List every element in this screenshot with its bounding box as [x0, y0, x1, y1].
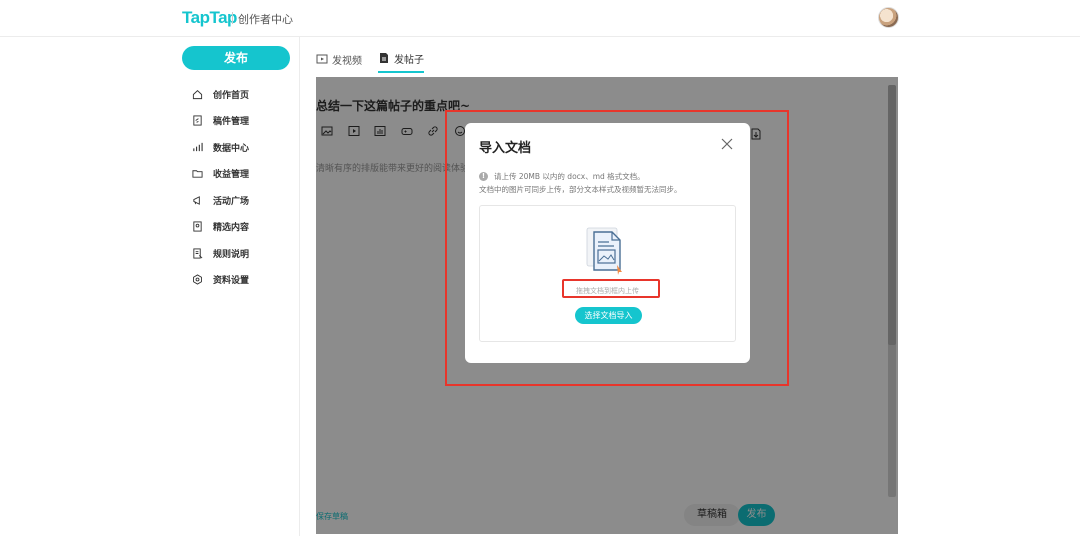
sidebar-item-label: 精选内容 [213, 223, 250, 234]
rules-icon [193, 248, 203, 259]
document-edit-icon [193, 115, 202, 126]
sidebar-item-home[interactable]: 创作首页 [192, 81, 249, 108]
bar-chart-icon [193, 142, 203, 151]
post-icon [380, 53, 388, 63]
settings-icon [193, 274, 202, 285]
tab-label: 发视频 [332, 55, 362, 67]
sidebar-item-label: 资料设置 [213, 276, 250, 287]
sidebar-item-settings[interactable]: 资料设置 [192, 267, 249, 294]
video-icon [316, 54, 328, 64]
home-icon [192, 89, 203, 99]
annotation-box-modal [445, 110, 789, 386]
sidebar: 发布 创作首页 稿件管理 数据中心 收益管理 活动广场 精选内容 规则说明 资料… [0, 37, 300, 536]
sidebar-item-label: 规则说明 [213, 249, 250, 260]
tab-video[interactable]: 发视频 [316, 45, 362, 73]
publish-button[interactable]: 发布 [182, 46, 290, 70]
sidebar-item-label: 活动广场 [213, 196, 250, 207]
megaphone-icon [193, 195, 200, 205]
sidebar-item-label: 数据中心 [213, 143, 250, 154]
sidebar-item-earnings[interactable]: 收益管理 [192, 161, 249, 188]
sidebar-item-manuscripts[interactable]: 稿件管理 [192, 108, 249, 135]
sidebar-item-data[interactable]: 数据中心 [192, 134, 249, 161]
taptap-logo[interactable]: TapTap [182, 8, 237, 28]
bookmark-icon [193, 221, 202, 232]
tab-post[interactable]: 发帖子 [378, 45, 424, 73]
sidebar-item-rules[interactable]: 规则说明 [192, 240, 249, 267]
sidebar-item-label: 创作首页 [213, 90, 250, 101]
annotation-box-drag-hint [562, 279, 660, 298]
logo-divider [232, 12, 233, 24]
user-avatar[interactable] [878, 7, 899, 28]
sidebar-nav: 创作首页 稿件管理 数据中心 收益管理 活动广场 精选内容 规则说明 资料设置 [192, 81, 249, 293]
sidebar-item-label: 稿件管理 [213, 117, 250, 128]
sidebar-item-events[interactable]: 活动广场 [192, 187, 249, 214]
sidebar-item-label: 收益管理 [213, 170, 250, 181]
post-type-tabs: 发视频 发帖子 [316, 45, 440, 73]
sidebar-item-featured[interactable]: 精选内容 [192, 214, 249, 241]
creator-center-title: 创作者中心 [238, 13, 293, 26]
top-bar: TapTap 创作者中心 [0, 0, 1080, 37]
folder-icon [192, 170, 203, 178]
tab-label: 发帖子 [394, 54, 424, 66]
